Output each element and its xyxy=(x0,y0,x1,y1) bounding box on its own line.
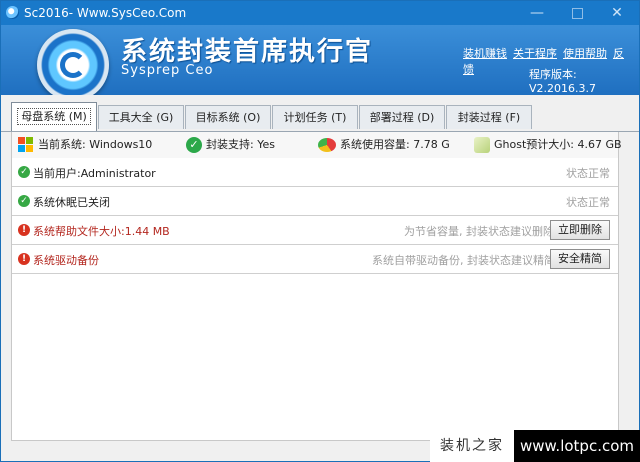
info-package-support: ✓ 封装支持: Yes xyxy=(186,136,275,154)
logo-e-icon xyxy=(60,52,86,78)
app-subtitle: Sysprep Ceo xyxy=(121,63,214,78)
ghost-icon xyxy=(474,137,490,153)
list-item: ! 系统帮助文件大小:1.44 MB 为节省容量, 封装状态建议删除 立即删除 xyxy=(12,216,618,245)
current-system-text: 当前系统: Windows10 xyxy=(38,138,153,151)
maximize-icon xyxy=(571,8,583,19)
tab-scheduled-tasks[interactable]: 计划任务 (T) xyxy=(272,105,358,129)
tab-tools[interactable]: 工具大全 (G) xyxy=(98,105,184,129)
pie-chart-icon xyxy=(318,138,336,152)
tab-shortcut: (D) xyxy=(417,111,435,124)
link-earn-money[interactable]: 装机赚钱 xyxy=(463,47,507,60)
tab-master-system[interactable]: 母盘系统 (M) xyxy=(11,102,97,131)
tab-label-wrap: 母盘系统 (M) xyxy=(17,108,91,125)
ok-check-icon: ✓ xyxy=(18,166,30,178)
watermark-brand: 装机之家 xyxy=(430,430,514,462)
windows-logo-icon xyxy=(18,137,34,153)
item-status: 状态正常 xyxy=(566,196,610,209)
ok-check-icon: ✓ xyxy=(18,195,30,207)
window-title: Sc2016- Www.SysCeo.Com xyxy=(24,6,187,20)
system-usage-text: 系统使用容量: 7.78 G xyxy=(340,138,450,151)
watermark-url: www.lotpc.com xyxy=(514,430,640,462)
list-item: ✓ 系统休眠已关闭 状态正常 xyxy=(12,187,618,216)
link-help[interactable]: 使用帮助 xyxy=(563,47,607,60)
title-bar[interactable]: Sc2016- Www.SysCeo.Com — ✕ xyxy=(1,1,639,25)
warning-icon: ! xyxy=(18,253,30,265)
tab-label: 母盘系统 xyxy=(21,110,66,123)
item-label: 系统驱动备份 xyxy=(33,254,99,267)
tab-shortcut: (F) xyxy=(505,111,521,124)
link-about[interactable]: 关于程序 xyxy=(513,47,557,60)
tab-label: 目标系统 xyxy=(195,111,240,124)
tab-shortcut: (M) xyxy=(68,110,87,123)
app-logo xyxy=(37,29,109,101)
close-button[interactable]: ✕ xyxy=(599,1,635,25)
app-window: Sc2016- Www.SysCeo.Com — ✕ 系统封装首席执行官 Sys… xyxy=(0,0,640,462)
tab-label: 计划任务 xyxy=(283,111,328,124)
tab-deploy-process[interactable]: 部署过程 (D) xyxy=(359,105,445,129)
tab-label: 工具大全 xyxy=(108,111,153,124)
tab-label: 封装过程 xyxy=(457,111,502,124)
list-item: ! 系统驱动备份 系统自带驱动备份, 封装状态建议精简 安全精简 xyxy=(12,245,618,274)
version-label: 程序版本: V2.2016.3.7 xyxy=(529,68,597,95)
info-current-system: 当前系统: Windows10 xyxy=(18,136,152,154)
tab-shortcut: (T) xyxy=(331,111,347,124)
tab-shortcut: (O) xyxy=(243,111,261,124)
tab-label: 部署过程 xyxy=(369,111,414,124)
list-item: ✓ 当前用户:Administrator 状态正常 xyxy=(12,158,618,187)
item-label: 系统休眠已关闭 xyxy=(33,196,110,209)
item-label: 系统帮助文件大小:1.44 MB xyxy=(33,225,170,238)
tab-target-system[interactable]: 目标系统 (O) xyxy=(185,105,271,129)
info-ghost-size: Ghost预计大小: 4.67 GB xyxy=(474,136,622,154)
ghost-size-text: Ghost预计大小: 4.67 GB xyxy=(494,138,622,151)
system-info-strip: 当前系统: Windows10 ✓ 封装支持: Yes 系统使用容量: 7.78 … xyxy=(11,132,622,159)
tab-shortcut: (G) xyxy=(156,111,174,124)
app-icon xyxy=(6,6,19,19)
item-note: 为节省容量, 封装状态建议删除 xyxy=(404,225,554,238)
info-system-usage: 系统使用容量: 7.78 G xyxy=(318,136,450,154)
tab-bar: 母盘系统 (M) 工具大全 (G) 目标系统 (O) 计划任务 (T) 部署过程… xyxy=(1,95,639,132)
watermark: 装机之家 www.lotpc.com xyxy=(430,430,640,462)
item-label: 当前用户:Administrator xyxy=(33,167,156,180)
item-note: 系统自带驱动备份, 封装状态建议精简 xyxy=(372,254,555,267)
safe-slim-button[interactable]: 安全精简 xyxy=(550,249,610,269)
item-status: 状态正常 xyxy=(566,167,610,180)
minimize-button[interactable]: — xyxy=(519,1,555,25)
status-list: ✓ 当前用户:Administrator 状态正常 ✓ 系统休眠已关闭 状态正常… xyxy=(11,158,619,441)
package-support-text: 封装支持: Yes xyxy=(206,138,275,151)
warning-icon: ! xyxy=(18,224,30,236)
header-banner: 系统封装首席执行官 Sysprep Ceo 装机赚钱 关于程序 使用帮助 反馈 程序版… xyxy=(1,25,639,101)
tab-package-process[interactable]: 封装过程 (F) xyxy=(446,105,532,129)
delete-now-button[interactable]: 立即删除 xyxy=(550,220,610,240)
check-circle-icon: ✓ xyxy=(186,137,202,153)
maximize-button[interactable] xyxy=(559,1,595,25)
